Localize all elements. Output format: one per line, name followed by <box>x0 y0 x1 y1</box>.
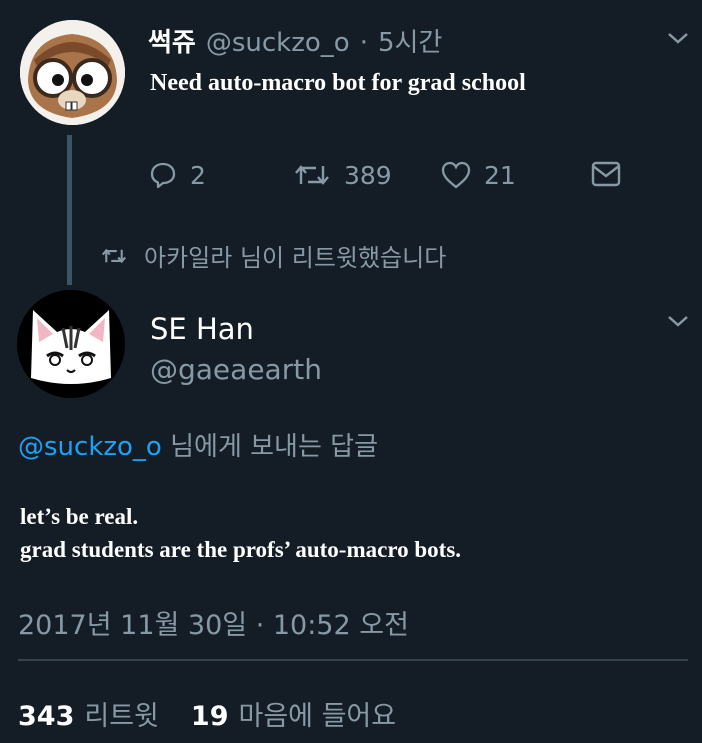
like-stat-label[interactable]: 마음에 들어요 <box>238 694 396 733</box>
reply-to-suffix: 님에게 보내는 답글 <box>170 432 378 462</box>
retweet-icon <box>295 165 329 185</box>
reply-handle[interactable]: @gaeaearth <box>150 353 322 386</box>
chevron-down-icon[interactable] <box>666 314 690 328</box>
tweet-stats: 343 리트윗 19 마음에 들어요 <box>18 694 396 733</box>
original-tweet-header: 썩쥬 @suckzo_o · 5시간 <box>148 22 442 59</box>
like-action[interactable]: 21 <box>440 160 516 190</box>
reply-tweet-text: let’s be real. grad students are the pro… <box>20 500 461 566</box>
reply-text-line-1: let’s be real. <box>20 504 139 529</box>
header-separator: · <box>359 28 368 58</box>
reply-count: 2 <box>190 160 206 190</box>
chevron-down-icon[interactable] <box>666 31 690 45</box>
direct-message-icon[interactable] <box>590 160 622 188</box>
heart-icon <box>441 161 471 189</box>
retweet-action[interactable]: 389 <box>292 160 392 190</box>
retweet-stat-count[interactable]: 343 <box>18 701 74 732</box>
retweet-notice-text[interactable]: 아카일라 님이 리트윗했습니다 <box>144 238 446 273</box>
stats-divider <box>18 659 688 661</box>
retweet-notice: 아카일라 님이 리트윗했습니다 <box>100 238 446 273</box>
tweet-timestamp[interactable]: 2017년 11월 30일 · 10:52 오전 <box>18 603 409 642</box>
original-tweet-text: Need auto-macro bot for grad school <box>150 70 526 96</box>
original-display-name[interactable]: 썩쥬 <box>148 22 196 59</box>
retweet-count: 389 <box>344 160 392 190</box>
reply-to-handle-link[interactable]: @suckzo_o <box>18 432 162 462</box>
retweet-stat-label[interactable]: 리트윗 <box>84 694 159 733</box>
original-tweet-avatar[interactable] <box>20 20 125 125</box>
reply-text-line-2: grad students are the profs’ auto-macro … <box>20 537 462 562</box>
thread-connector-line <box>67 135 72 285</box>
reply-bubble-icon <box>150 162 176 189</box>
cat-avatar-icon <box>17 290 125 398</box>
like-stat-count[interactable]: 19 <box>191 701 229 732</box>
replying-to-line: @suckzo_o 님에게 보내는 답글 <box>18 426 378 463</box>
retweet-small-icon <box>101 248 127 263</box>
original-time[interactable]: 5시간 <box>378 22 442 59</box>
reply-display-name[interactable]: SE Han <box>150 312 254 346</box>
like-count: 21 <box>484 160 516 190</box>
owl-avatar-icon <box>20 20 125 125</box>
reply-action[interactable]: 2 <box>148 160 206 190</box>
reply-tweet-avatar[interactable] <box>17 290 125 398</box>
original-handle[interactable]: @suckzo_o <box>206 28 350 58</box>
